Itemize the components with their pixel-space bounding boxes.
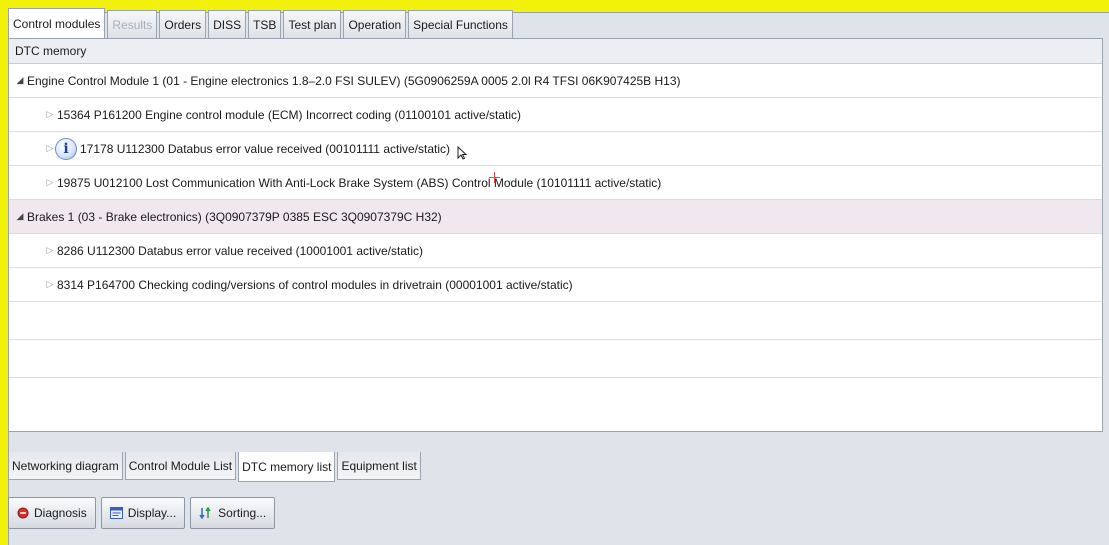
tab-equipment-list[interactable]: Equipment list	[337, 452, 421, 480]
tab-diss[interactable]: DISS	[208, 10, 247, 38]
tab-test-plan[interactable]: Test plan	[283, 10, 342, 38]
info-icon: i	[55, 137, 77, 160]
sort-icon	[199, 507, 213, 519]
module-group-label: Brakes 1 (03 - Brake electronics) (3Q090…	[27, 209, 442, 224]
top-tab-strip: Control modules Results Orders DISS TSB …	[8, 8, 515, 38]
bottom-tab-strip: Networking diagram Control Module List D…	[8, 452, 423, 482]
dtc-row-text: 19875 U012100 Lost Communication With An…	[57, 175, 662, 190]
dtc-row-text: 15364 P161200 Engine control module (ECM…	[57, 107, 522, 122]
triangle-right-icon[interactable]: ▷	[43, 177, 57, 188]
tab-results: Results	[107, 10, 158, 38]
tab-operation[interactable]: Operation	[343, 10, 407, 38]
red-circle-icon	[17, 507, 29, 519]
triangle-down-icon[interactable]: ◢	[13, 75, 27, 86]
dtc-memory-panel: DTC memory ◢ Engine Control Module 1 (01…	[8, 38, 1103, 432]
sorting-button[interactable]: Sorting...	[190, 497, 276, 529]
dtc-row[interactable]: ▷ 8314 P164700 Checking coding/versions …	[9, 268, 1102, 302]
tab-control-module-list[interactable]: Control Module List	[124, 452, 237, 480]
diagnosis-button-label: Diagnosis	[34, 506, 87, 520]
dtc-row[interactable]: ▷ 15364 P161200 Engine control module (E…	[9, 98, 1102, 132]
mouse-pointer-icon	[457, 146, 467, 160]
diagnosis-button[interactable]: Diagnosis	[8, 497, 96, 529]
tab-control-modules[interactable]: Control modules	[8, 8, 106, 38]
triangle-down-icon[interactable]: ◢	[13, 211, 27, 222]
tab-dtc-memory-list[interactable]: DTC memory list	[238, 452, 336, 482]
tab-networking-diagram[interactable]: Networking diagram	[8, 452, 123, 480]
display-button[interactable]: Display...	[100, 497, 186, 529]
module-group-engine[interactable]: ◢ Engine Control Module 1 (01 - Engine e…	[9, 64, 1102, 98]
dtc-row-text: 8286 U112300 Databus error value receive…	[57, 243, 423, 258]
module-group-brakes[interactable]: ◢ Brakes 1 (03 - Brake electronics) (3Q0…	[9, 200, 1102, 234]
dtc-row[interactable]: ▷ 19875 U012100 Lost Communication With …	[9, 166, 1102, 200]
display-window-icon	[109, 507, 123, 519]
tab-tsb[interactable]: TSB	[248, 10, 282, 38]
sorting-button-label: Sorting...	[218, 506, 267, 520]
dtc-row-text: 8314 P164700 Checking coding/versions of…	[57, 277, 573, 292]
crosshair-icon	[489, 172, 500, 183]
triangle-right-icon[interactable]: ▷	[43, 245, 57, 256]
tab-special-functions[interactable]: Special Functions	[408, 10, 513, 38]
action-button-bar: Diagnosis Display... Sorting...	[8, 493, 280, 533]
panel-title: DTC memory	[9, 39, 1102, 64]
module-group-label: Engine Control Module 1 (01 - Engine ele…	[27, 73, 681, 88]
empty-row	[9, 302, 1102, 340]
triangle-right-icon[interactable]: ▷	[43, 279, 57, 290]
display-button-label: Display...	[127, 506, 177, 520]
empty-row	[9, 340, 1102, 378]
dtc-row[interactable]: ▷ 8286 U112300 Databus error value recei…	[9, 234, 1102, 268]
tab-orders[interactable]: Orders	[159, 10, 207, 38]
dtc-row-text: 17178 U112300 Databus error value receiv…	[80, 141, 451, 156]
triangle-right-icon[interactable]: ▷	[43, 109, 57, 120]
dtc-row[interactable]: ▷ i 17178 U112300 Databus error value re…	[9, 132, 1102, 166]
